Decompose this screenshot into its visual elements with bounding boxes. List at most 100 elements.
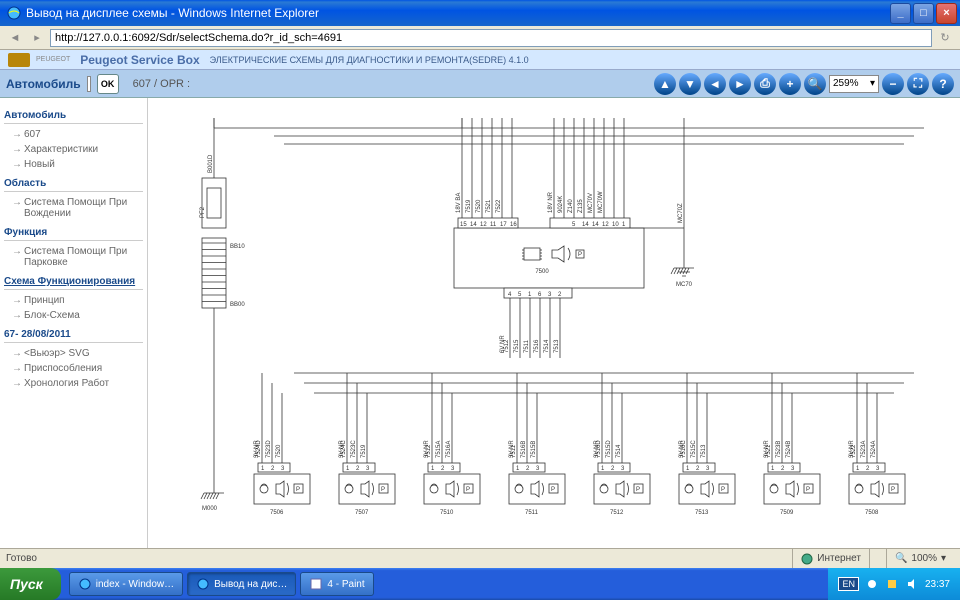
svg-text:7513: 7513	[701, 444, 707, 458]
svg-text:3V NR: 3V NR	[849, 440, 855, 458]
start-button[interactable]: Пуск	[0, 568, 61, 600]
svg-text:P: P	[466, 487, 470, 493]
brand-title: Peugeot Service Box	[80, 53, 199, 67]
svg-text:7519: 7519	[466, 199, 472, 213]
svg-text:BB00: BB00	[230, 302, 245, 308]
svg-text:B001D: B001D	[208, 154, 214, 173]
svg-text:7523C: 7523C	[351, 440, 357, 458]
fullscreen-icon[interactable]: ⛶	[907, 73, 929, 95]
help-icon[interactable]: ?	[932, 73, 954, 95]
zoom-in-icon[interactable]: +	[779, 73, 801, 95]
svg-text:7523B: 7523B	[776, 441, 782, 458]
sidebar-item[interactable]: →Приспособления	[4, 361, 143, 376]
svg-text:P: P	[721, 487, 725, 493]
svg-text:18V BA: 18V BA	[456, 193, 462, 213]
sidebar-item[interactable]: →607	[4, 127, 143, 142]
svg-text:16: 16	[510, 222, 517, 228]
nav-down-icon[interactable]: ▼	[679, 73, 701, 95]
svg-text:7509: 7509	[780, 510, 794, 516]
svg-text:7519: 7519	[361, 444, 367, 458]
svg-text:7506: 7506	[270, 510, 284, 516]
sidebar-item[interactable]: →Принцип	[4, 293, 143, 308]
svg-text:3V NR: 3V NR	[254, 440, 260, 458]
status-internet: Интернет	[792, 549, 869, 568]
tray-icon[interactable]	[885, 577, 899, 591]
svg-text:7523A: 7523A	[861, 441, 867, 458]
sidebar-section-schema[interactable]: Схема Функционирования	[4, 276, 143, 290]
close-button[interactable]: ×	[936, 3, 957, 24]
svg-text:12: 12	[602, 222, 609, 228]
tray-volume-icon[interactable]	[905, 577, 919, 591]
minimize-button[interactable]: _	[890, 3, 911, 24]
status-zoom[interactable]: 🔍 100% ▾	[886, 549, 954, 568]
sidebar-item[interactable]: →Хронология Работ	[4, 376, 143, 391]
svg-text:7524B: 7524B	[786, 441, 792, 458]
svg-text:7513: 7513	[554, 339, 560, 353]
svg-text:3V NR: 3V NR	[339, 440, 345, 458]
taskbar-item[interactable]: index - Window…	[69, 572, 183, 596]
sidebar-item[interactable]: →Блок-Схема	[4, 308, 143, 323]
svg-text:14: 14	[592, 222, 599, 228]
clock[interactable]: 23:37	[925, 579, 950, 590]
svg-text:Z135: Z135	[578, 199, 584, 213]
sidebar-item[interactable]: →Характеристики	[4, 142, 143, 157]
print-icon[interactable]: ⎙	[754, 73, 776, 95]
svg-text:7507: 7507	[355, 510, 369, 516]
svg-text:3V NR: 3V NR	[764, 440, 770, 458]
svg-text:7516A: 7516A	[446, 441, 452, 458]
svg-text:7515A: 7515A	[436, 441, 442, 458]
sidebar-item[interactable]: →Система Помощи При Парковке	[4, 244, 143, 270]
back-icon[interactable]: ◄	[6, 29, 24, 47]
svg-text:7521: 7521	[486, 199, 492, 213]
svg-text:MC70V: MC70V	[588, 193, 594, 213]
svg-text:7515D: 7515D	[606, 440, 612, 458]
refresh-icon[interactable]: ↻	[936, 29, 954, 47]
window-titlebar: Вывод на дисплее схемы - Windows Interne…	[0, 0, 960, 26]
forward-icon[interactable]: ▸	[28, 29, 46, 47]
ie-status-bar: Готово Интернет 🔍 100% ▾	[0, 548, 960, 568]
status-ready: Готово	[6, 553, 37, 564]
app-header: PEUGEOT Peugeot Service Box ЭЛЕКТРИЧЕСКИ…	[0, 50, 960, 70]
wiring-diagram[interactable]: 7500P151412111716514141210118V BA7519752…	[148, 98, 960, 548]
ie-icon	[6, 5, 22, 21]
zoom-out-icon[interactable]: −	[882, 73, 904, 95]
taskbar-item[interactable]: Вывод на дис…	[187, 572, 296, 596]
logo-label: PEUGEOT	[36, 56, 70, 63]
svg-text:7514: 7514	[544, 339, 550, 353]
breadcrumb: 607 / OPR :	[133, 78, 190, 90]
lang-indicator[interactable]: EN	[838, 577, 859, 591]
search-icon[interactable]: 🔍	[804, 73, 826, 95]
svg-text:P: P	[636, 487, 640, 493]
address-bar: ◄ ▸ ↻	[0, 26, 960, 50]
taskbar: Пуск index - Window… Вывод на дис… 4 - P…	[0, 568, 960, 600]
svg-text:Z140: Z140	[568, 199, 574, 213]
zoom-display[interactable]: 259%▾	[829, 75, 879, 93]
svg-text:P: P	[806, 487, 810, 493]
sidebar-section-date: 67- 28/08/2011	[4, 329, 143, 343]
svg-text:3V NR: 3V NR	[509, 440, 515, 458]
car-label: Автомобиль	[6, 77, 81, 91]
taskbar-item[interactable]: 4 - Paint	[300, 572, 373, 596]
svg-text:3V NR: 3V NR	[679, 440, 685, 458]
svg-text:7512: 7512	[610, 510, 624, 516]
system-tray[interactable]: EN 23:37	[828, 568, 960, 600]
car-input[interactable]	[87, 76, 91, 92]
sidebar-item[interactable]: →Система Помощи При Вождении	[4, 195, 143, 221]
ok-button[interactable]: OK	[97, 74, 119, 94]
svg-text:7515C: 7515C	[691, 440, 697, 458]
maximize-button[interactable]: □	[913, 3, 934, 24]
svg-text:7516: 7516	[534, 339, 540, 353]
url-input[interactable]	[50, 29, 932, 47]
svg-text:7513: 7513	[695, 510, 709, 516]
sidebar-item[interactable]: →<Вьюэр> SVG	[4, 346, 143, 361]
tray-icon[interactable]	[865, 577, 879, 591]
svg-text:7516B: 7516B	[521, 441, 527, 458]
nav-left-icon[interactable]: ◄	[704, 73, 726, 95]
sidebar-item[interactable]: →Новый	[4, 157, 143, 172]
svg-text:7524A: 7524A	[871, 441, 877, 458]
svg-text:PF2: PF2	[200, 206, 206, 218]
nav-right-icon[interactable]: ►	[729, 73, 751, 95]
nav-up-icon[interactable]: ▲	[654, 73, 676, 95]
svg-text:7511: 7511	[525, 510, 539, 516]
svg-text:7515B: 7515B	[531, 441, 537, 458]
